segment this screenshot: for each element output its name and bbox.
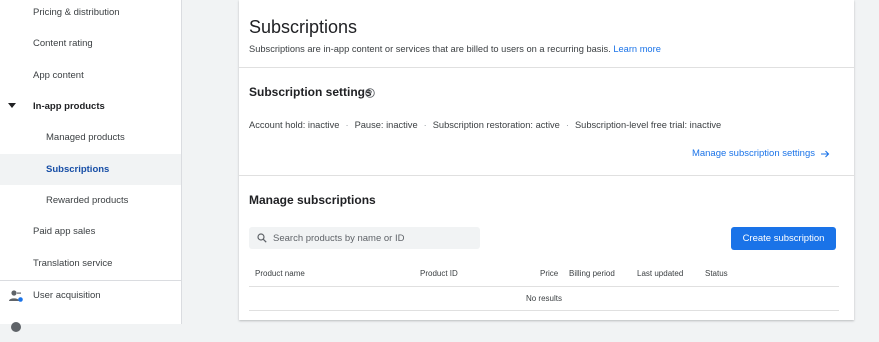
sidebar-item-label: Rewarded products	[46, 195, 129, 206]
sidebar-item-pricing-distribution[interactable]: Pricing & distribution	[0, 0, 181, 28]
sidebar-item-label: App content	[33, 70, 84, 81]
sidebar-item-label: Subscriptions	[46, 164, 110, 175]
sidebar-item-label: Pricing & distribution	[33, 7, 120, 18]
sidebar-item-label: In-app products	[33, 101, 105, 112]
page-title: Subscriptions	[249, 17, 358, 37]
section-divider	[239, 67, 854, 68]
account-hold-status: Account hold: inactive	[249, 120, 340, 130]
sidebar-item-label: Paid app sales	[33, 226, 96, 237]
sidebar-item-content-rating[interactable]: Content rating	[0, 28, 181, 59]
column-header-billing-period[interactable]: Billing period	[569, 269, 615, 278]
sidebar-item-partial[interactable]	[0, 311, 181, 342]
description-text: Subscriptions are in-app content or serv…	[249, 44, 611, 54]
sidebar-item-label: Translation service	[33, 258, 113, 269]
page-description: Subscriptions are in-app content or serv…	[249, 44, 661, 54]
arrow-right-icon	[821, 150, 830, 157]
manage-link-label: Manage subscription settings	[691, 148, 815, 159]
pause-status: Pause: inactive	[354, 120, 418, 130]
free-trial-status: Subscription-level free trial: inactive	[574, 120, 722, 130]
learn-more-link[interactable]: Learn more	[613, 44, 661, 54]
column-header-product-id[interactable]: Product ID	[420, 269, 458, 278]
empty-table-message: No results	[249, 287, 839, 311]
sidebar-item-translation-service[interactable]: Translation service	[0, 248, 181, 279]
subscription-status-line: Account hold: inactive · Pause: inactive · S…	[249, 120, 721, 130]
circle-icon	[11, 322, 21, 332]
help-icon[interactable]	[365, 88, 375, 98]
sidebar-item-paid-app-sales[interactable]: Paid app sales	[0, 216, 181, 247]
section-divider	[239, 175, 854, 176]
column-header-status[interactable]: Status	[705, 269, 728, 278]
sidebar: Pricing & distribution Content rating Ap…	[0, 0, 182, 332]
status-separator: ·	[423, 120, 427, 130]
sidebar-item-label: User acquisition	[33, 290, 101, 301]
sidebar-item-label: Managed products	[46, 132, 125, 143]
sidebar-item-subscriptions[interactable]: Subscriptions	[0, 154, 181, 185]
caret-down-icon	[8, 103, 16, 108]
search-box[interactable]	[249, 227, 480, 249]
status-separator: ·	[345, 120, 349, 130]
user-acquisition-icon	[9, 290, 23, 302]
sidebar-item-in-app-products[interactable]: In-app products	[0, 91, 181, 122]
column-header-product-name[interactable]: Product name	[255, 269, 305, 278]
subscription-settings-title: Subscription settings	[249, 85, 372, 99]
search-input[interactable]	[273, 232, 473, 244]
subscriptions-card: Subscriptions Subscriptions are in-app c…	[239, 0, 854, 320]
sidebar-item-user-acquisition[interactable]: User acquisition	[0, 280, 181, 311]
status-separator: ·	[565, 120, 569, 130]
restoration-status: Subscription restoration: active	[432, 120, 560, 130]
sidebar-item-label: Content rating	[33, 38, 93, 49]
column-header-price[interactable]: Price	[540, 269, 558, 278]
manage-subscriptions-title: Manage subscriptions	[249, 193, 376, 207]
no-results-text: No results	[525, 294, 562, 303]
manage-subscription-settings-link[interactable]: Manage subscription settings	[692, 148, 830, 159]
table-header: Product name Product ID Price Billing pe…	[249, 259, 839, 287]
sidebar-item-rewarded-products[interactable]: Rewarded products	[0, 185, 181, 216]
create-subscription-button[interactable]: Create subscription	[731, 227, 836, 250]
search-icon	[257, 233, 267, 243]
sidebar-item-managed-products[interactable]: Managed products	[0, 122, 181, 153]
sidebar-item-app-content[interactable]: App content	[0, 60, 181, 91]
column-header-last-updated[interactable]: Last updated	[637, 269, 683, 278]
